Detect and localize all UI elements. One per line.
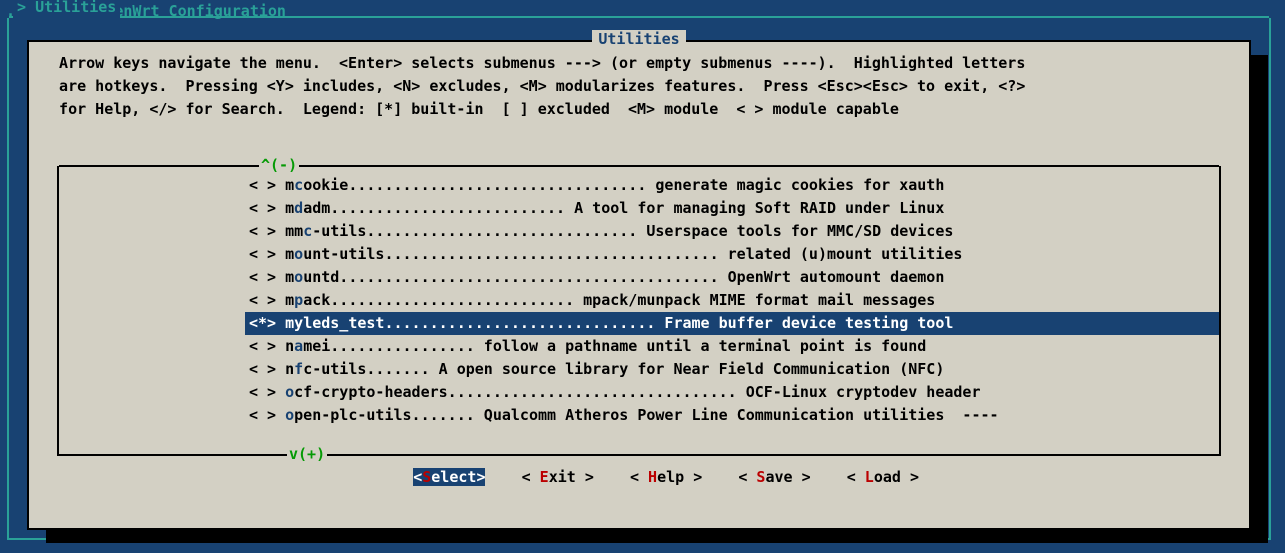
breadcrumb: > Utilities — [13, 0, 120, 19]
help-text: Arrow keys navigate the menu. <Enter> se… — [29, 42, 1249, 121]
menu-item[interactable]: < > mpack........................... mpa… — [59, 289, 1219, 312]
menu-list-frame: ^(-) < > mcookie........................… — [57, 166, 1221, 456]
dialog-title: Utilities — [29, 28, 1249, 51]
menu-item[interactable]: < > mount-utils.........................… — [59, 243, 1219, 266]
menu-item[interactable]: < > mountd..............................… — [59, 266, 1219, 289]
terminal-screen: .config - OpenWrt Configuration > Utilit… — [0, 0, 1285, 553]
help-button[interactable]: < Help > — [630, 468, 702, 486]
menu-item[interactable]: < > open-plc-utils....... Qualcomm Ather… — [59, 404, 1219, 427]
menu-item[interactable]: < > mmc-utils...........................… — [59, 220, 1219, 243]
menu-item[interactable]: <*> myleds_test.........................… — [59, 312, 1219, 335]
menu-item[interactable]: < > ocf-crypto-headers..................… — [59, 381, 1219, 404]
dialog-buttons: <Select> < Exit > < Help > < Save > < Lo… — [29, 443, 1249, 512]
load-button[interactable]: < Load > — [847, 468, 919, 486]
menu-item[interactable]: < > namei................ follow a pathn… — [59, 335, 1219, 358]
exit-button[interactable]: < Exit > — [522, 468, 594, 486]
save-button[interactable]: < Save > — [738, 468, 810, 486]
select-button[interactable]: <Select> — [413, 468, 485, 486]
menu-item[interactable]: < > nfc-utils....... A open source libra… — [59, 358, 1219, 381]
menu-list[interactable]: < > mcookie.............................… — [59, 166, 1219, 427]
menu-dialog: Utilities Arrow keys navigate the menu. … — [27, 40, 1251, 530]
menu-item[interactable]: < > mcookie.............................… — [59, 174, 1219, 197]
menu-item[interactable]: < > mdadm.......................... A to… — [59, 197, 1219, 220]
